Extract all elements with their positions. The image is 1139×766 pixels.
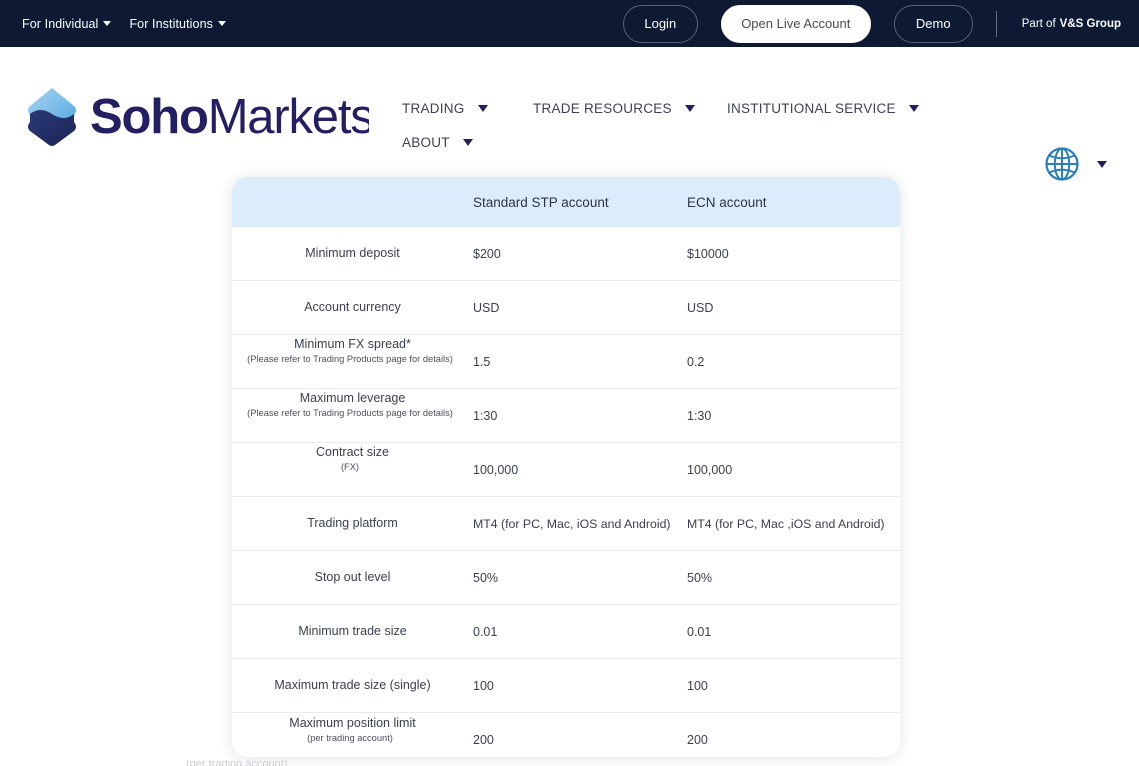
row-value-stp: MT4 (for PC, Mac, iOS and Android) (473, 516, 671, 531)
brand-logo[interactable]: SohoMarkets (24, 84, 369, 150)
brand-name-regular: Markets (207, 90, 369, 144)
table-row: Minimum FX spread* (Please refer to Trad… (232, 335, 900, 389)
nav-item-trade-resources-label: TRADE RESOURCES (533, 101, 672, 116)
row-label-main: Maximum leverage (299, 391, 406, 406)
row-value-stp: 100,000 (473, 462, 519, 477)
top-link-for-institutions[interactable]: For Institutions (129, 16, 227, 31)
row-value-stp: 200 (473, 733, 494, 747)
row-label: Contract size (FX) (232, 445, 473, 484)
nav-item-institutional-service-label: INSTITUTIONAL SERVICE (727, 101, 896, 116)
row-label-sub: (Please refer to Trading Products page f… (247, 408, 453, 419)
demo-button[interactable]: Demo (893, 4, 973, 43)
row-label-main: Stop out level (314, 570, 391, 585)
row-label: Maximum position limit (per trading acco… (232, 716, 473, 755)
row-label-sub: (Please refer to Trading Products page f… (247, 354, 453, 365)
row-value-stp: $200 (473, 246, 501, 261)
row-label: Maximum leverage (Please refer to Tradin… (232, 391, 473, 430)
table-row: Maximum trade size (single) 100 100 (232, 659, 900, 713)
top-link-for-institutions-label: For Institutions (129, 16, 214, 31)
table-header-cell-standard-stp: Standard STP account (473, 194, 609, 210)
row-label: Maximum trade size (single) (232, 678, 473, 692)
table-row: Maximum position limit (per trading acco… (232, 713, 900, 757)
topbar-actions: Login Open Live Account Demo Part of V&S… (622, 4, 1121, 43)
table-row: Stop out level 50% 50% (232, 551, 900, 605)
row-label-main: Minimum trade size (298, 624, 407, 639)
row-value-ecn: 1:30 (687, 408, 712, 423)
row-label-main: Maximum position limit (289, 715, 416, 730)
clipped-overflow-text: (per trading account) (0, 760, 1139, 766)
row-label-main: Account currency (304, 300, 401, 315)
row-label: Stop out level (232, 570, 473, 584)
row-value-stp: USD (473, 300, 500, 315)
nav-item-trade-resources[interactable]: TRADE RESOURCES (533, 101, 727, 116)
partner-prefix: Part of (1021, 17, 1056, 30)
main-navbar: SohoMarkets TRADING TRADE RESOURCES INST… (0, 47, 1139, 181)
row-label: Account currency (232, 300, 473, 314)
row-label-sub: (per trading account) (307, 732, 393, 743)
row-value-ecn: 200 (687, 733, 708, 747)
chevron-down-icon (218, 21, 227, 26)
row-label-main: Trading platform (307, 516, 398, 531)
row-value-stp: 1.5 (473, 354, 491, 369)
login-button[interactable]: Login (622, 4, 698, 43)
row-value-ecn: USD (687, 300, 714, 315)
chevron-down-icon (684, 105, 695, 112)
row-label: Minimum FX spread* (Please refer to Trad… (232, 337, 473, 376)
row-label: Minimum trade size (232, 624, 473, 638)
language-selector[interactable] (1044, 146, 1107, 182)
row-label-main: Minimum FX spread* (294, 337, 411, 352)
top-utility-bar: For Individual For Institutions Login Op… (0, 0, 1139, 47)
top-link-for-individual-label: For Individual (22, 16, 99, 31)
partner-name: V&S Group (1059, 17, 1121, 30)
nav-item-institutional-service[interactable]: INSTITUTIONAL SERVICE (727, 101, 927, 116)
chevron-down-icon (462, 139, 473, 146)
row-value-ecn: 100,000 (687, 462, 733, 477)
row-label: Minimum deposit (232, 246, 473, 260)
open-live-account-button[interactable]: Open Live Account (720, 4, 871, 43)
primary-nav: TRADING TRADE RESOURCES INSTITUTIONAL SE… (402, 101, 1002, 150)
divider (995, 10, 997, 37)
row-value-ecn: 50% (687, 570, 713, 585)
table-row: Trading platform MT4 (for PC, Mac, iOS a… (232, 497, 900, 551)
row-label-main: Maximum trade size (single) (274, 678, 431, 693)
chevron-down-icon (1097, 160, 1107, 168)
row-label-main: Minimum deposit (305, 246, 400, 261)
row-label-sub: (FX) (340, 462, 360, 473)
brand-name-bold: Soho (90, 90, 209, 144)
table-header-row: Standard STP account ECN account (232, 177, 900, 227)
nav-item-trading[interactable]: TRADING (402, 101, 533, 116)
account-comparison-table: Standard STP account ECN account Minimum… (232, 177, 900, 757)
row-label: Trading platform (232, 516, 473, 530)
clipped-overflow-label: (per trading account) (186, 760, 288, 766)
brand-wordmark: SohoMarkets (90, 86, 369, 148)
table-row: Contract size (FX) 100,000 100,000 (232, 443, 900, 497)
row-value-ecn: MT4 (for PC, Mac ,iOS and Android) (687, 516, 885, 531)
globe-icon (1045, 147, 1079, 181)
row-value-stp: 50% (473, 570, 499, 585)
soho-diamond-logo-icon (28, 88, 76, 146)
row-value-ecn: 0.2 (687, 354, 705, 369)
row-value-stp: 1:30 (473, 408, 498, 423)
row-value-stp: 100 (473, 678, 494, 693)
topbar-links: For Individual For Institutions (22, 16, 227, 31)
nav-item-trading-label: TRADING (402, 101, 465, 116)
table-row: Maximum leverage (Please refer to Tradin… (232, 389, 900, 443)
nav-item-about-label: ABOUT (402, 135, 450, 150)
partner-label: Part of V&S Group (1022, 18, 1121, 30)
table-row: Account currency USD USD (232, 281, 900, 335)
table-header-cell-ecn: ECN account (687, 194, 767, 210)
table-row: Minimum trade size 0.01 0.01 (232, 605, 900, 659)
row-value-stp: 0.01 (473, 624, 498, 639)
table-row: Minimum deposit $200 $10000 (232, 227, 900, 281)
row-value-ecn: 100 (687, 678, 708, 693)
row-label-main: Contract size (316, 445, 389, 460)
chevron-down-icon (103, 21, 112, 26)
row-value-ecn: $10000 (687, 246, 729, 261)
row-value-ecn: 0.01 (687, 624, 712, 639)
chevron-down-icon (908, 105, 919, 112)
top-link-for-individual[interactable]: For Individual (22, 16, 112, 31)
nav-item-about[interactable]: ABOUT (402, 135, 533, 150)
chevron-down-icon (477, 105, 488, 112)
